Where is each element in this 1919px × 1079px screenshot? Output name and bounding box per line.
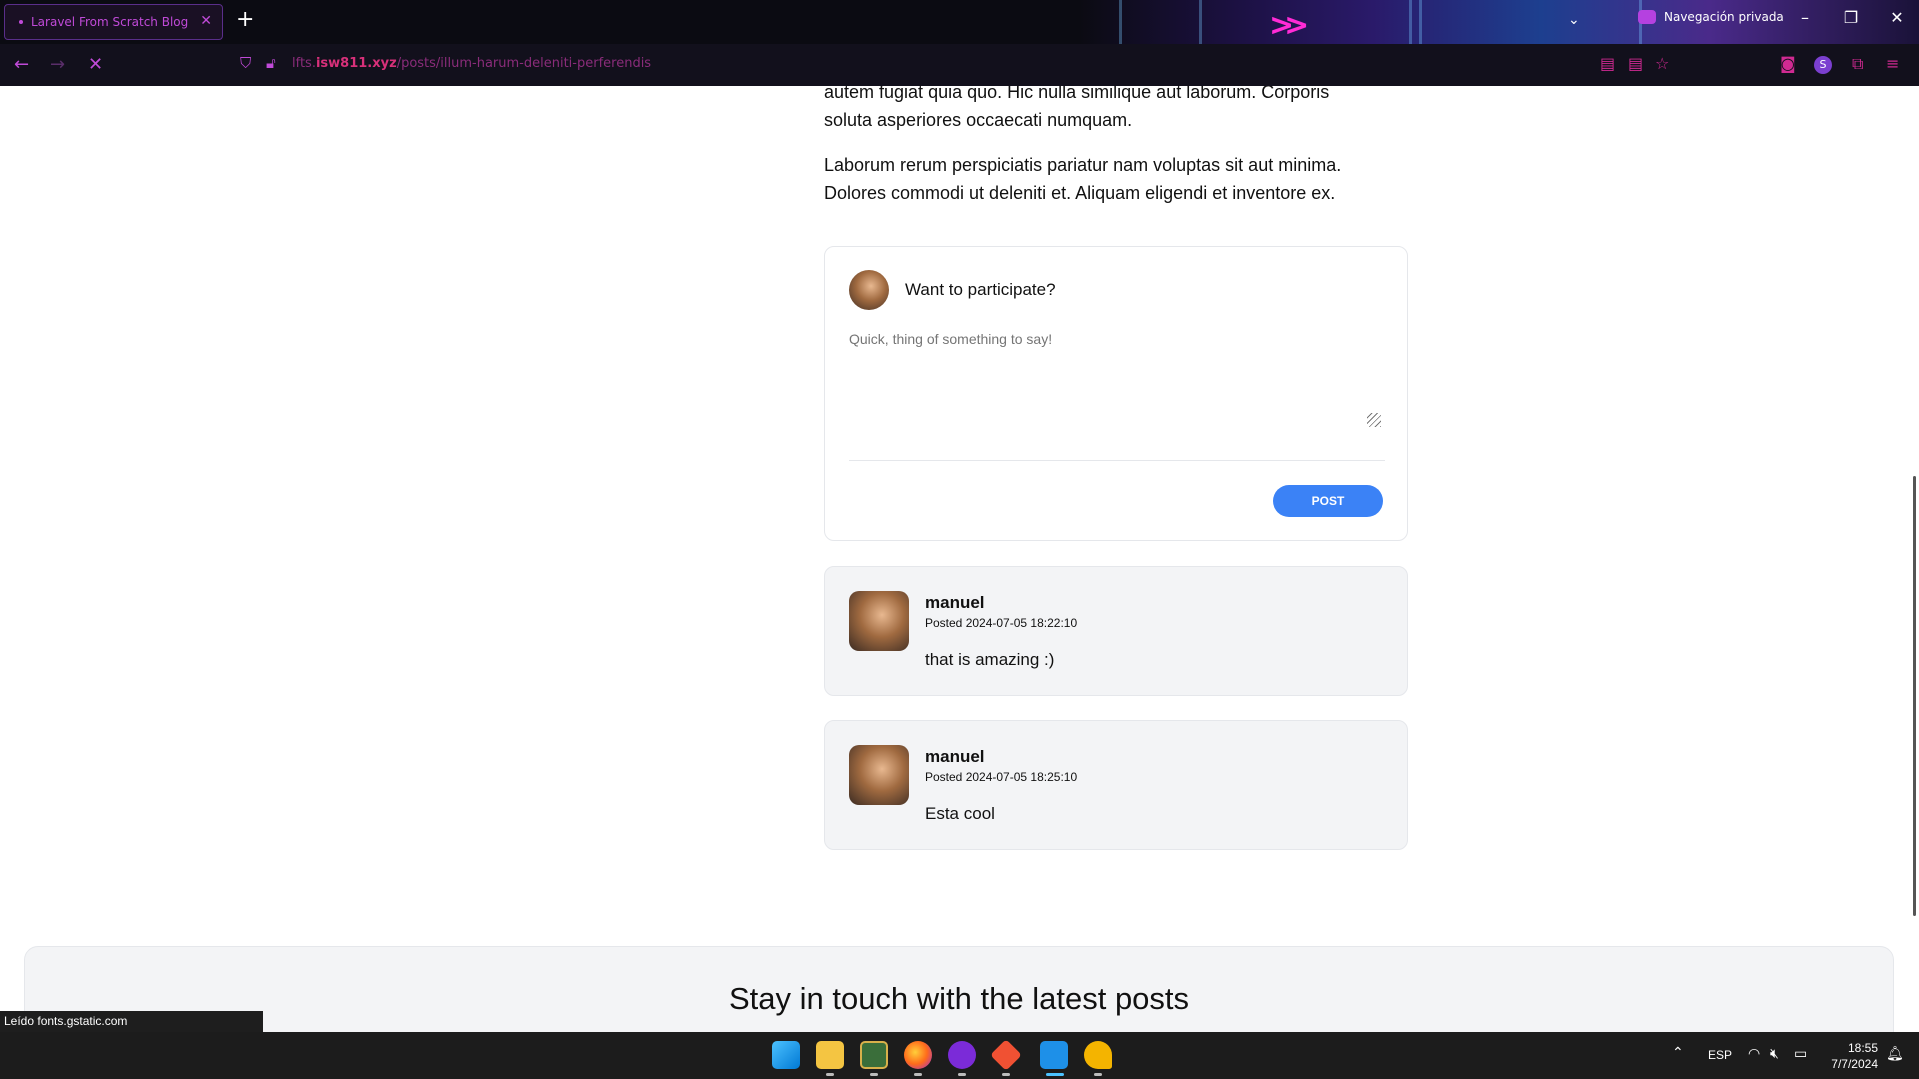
start-windows-icon[interactable] xyxy=(772,1041,800,1069)
volume-muted-icon[interactable]: 🔇︎ xyxy=(1770,1045,1779,1062)
reader-view-icon[interactable]: ▤ xyxy=(1600,54,1615,73)
resize-handle-icon[interactable] xyxy=(1367,413,1381,427)
pocket-icon[interactable]: ◙ xyxy=(1780,54,1796,73)
comment-body: Esta cool xyxy=(925,804,995,823)
navigation-toolbar: ← → ✕ ⛉ 🔓︎ lfts.isw811.xyz/posts/illum-h… xyxy=(0,44,1919,86)
private-browsing-label: Navegación privada xyxy=(1664,10,1784,24)
file-explorer-icon[interactable] xyxy=(816,1041,844,1069)
back-icon[interactable]: ← xyxy=(14,54,29,75)
menu-icon[interactable]: ≡ xyxy=(1886,54,1899,73)
git-icon[interactable] xyxy=(990,1039,1022,1071)
scrollbar[interactable] xyxy=(1913,476,1916,916)
comment-timestamp: Posted 2024-07-05 18:25:10 xyxy=(925,770,1078,784)
private-browsing-indicator: Navegación privada xyxy=(1638,10,1784,24)
post-button[interactable]: POST xyxy=(1273,485,1383,517)
comment-body: that is amazing :) xyxy=(925,650,1055,669)
app-icon[interactable] xyxy=(1084,1041,1112,1069)
newsletter-section: Stay in touch with the latest posts xyxy=(24,946,1894,1032)
vscode-icon[interactable] xyxy=(1040,1041,1068,1069)
address-bar[interactable]: ⛉ 🔓︎ lfts.isw811.xyz/posts/illum-harum-d… xyxy=(232,48,1615,80)
clock-date: 7/7/2024 xyxy=(1831,1057,1878,1071)
comment-input[interactable] xyxy=(849,331,1385,411)
url-text[interactable]: lfts.isw811.xyz/posts/illum-harum-deleni… xyxy=(292,56,651,71)
avatar xyxy=(849,270,889,310)
list-all-tabs-chevron-icon[interactable]: ⌄ xyxy=(1568,12,1580,28)
taskbar: ⌃ ESP ◠ 🔇︎ ▭ 18:55 7/7/2024 🔔︎ xyxy=(0,1032,1919,1079)
status-bar: Leído fonts.gstatic.com xyxy=(0,1011,263,1032)
battery-icon[interactable]: ▭ xyxy=(1794,1045,1807,1062)
comment-form: Want to participate? POST xyxy=(824,246,1408,541)
notifications-icon[interactable]: 🔔︎ xyxy=(1886,1045,1904,1062)
minimize-button[interactable]: – xyxy=(1790,8,1820,27)
comment-timestamp: Posted 2024-07-05 18:22:10 xyxy=(925,616,1078,630)
insecure-lock-icon[interactable]: 🔓︎ xyxy=(266,54,276,72)
restore-button[interactable]: ❐ xyxy=(1836,8,1866,27)
stop-loading-icon[interactable]: ✕ xyxy=(88,54,103,75)
new-tab-button[interactable]: + xyxy=(236,8,254,32)
comment-author: manuel xyxy=(925,747,985,766)
image-viewer-icon[interactable] xyxy=(860,1041,888,1069)
page-content: autem fugiat quia quo. Hic nulla similiq… xyxy=(0,86,1919,1032)
tab-bar: >> Laravel From Scratch Blog ✕ + ⌄ Naveg… xyxy=(0,0,1919,44)
clock-time: 18:55 xyxy=(1847,1041,1878,1055)
clock[interactable]: 18:55 7/7/2024 xyxy=(1826,1040,1878,1072)
private-mask-icon xyxy=(1638,10,1656,24)
avatar xyxy=(849,591,909,651)
firefox-private-icon[interactable] xyxy=(948,1041,976,1069)
wifi-icon[interactable]: ◠ xyxy=(1748,1045,1760,1062)
reader-view-icon[interactable]: ▤ xyxy=(1628,54,1643,73)
newsletter-heading: Stay in touch with the latest posts xyxy=(728,981,1190,1016)
comment-author: manuel xyxy=(925,593,985,612)
chevron-art-icon: >> xyxy=(1269,8,1309,43)
bookmark-star-icon[interactable]: ☆ xyxy=(1655,54,1669,73)
shield-icon[interactable]: ⛉ xyxy=(240,54,251,72)
show-hidden-icons-chevron-icon[interactable]: ⌃ xyxy=(1672,1044,1684,1061)
avatar xyxy=(849,745,909,805)
article-paragraph: Laborum rerum perspiciatis pariatur nam … xyxy=(824,155,1342,203)
loading-dot-icon xyxy=(19,20,23,24)
tab-active[interactable]: Laravel From Scratch Blog ✕ xyxy=(4,4,223,40)
close-window-button[interactable]: ✕ xyxy=(1882,8,1912,27)
forward-icon[interactable]: → xyxy=(50,54,65,75)
divider xyxy=(849,460,1385,461)
comment-form-title: Want to participate? xyxy=(905,280,1056,299)
comment-card: manuel Posted 2024-07-05 18:25:10 Esta c… xyxy=(824,720,1408,850)
firefox-icon[interactable] xyxy=(904,1041,932,1069)
language-indicator[interactable]: ESP xyxy=(1708,1048,1732,1062)
comment-card: manuel Posted 2024-07-05 18:22:10 that i… xyxy=(824,566,1408,696)
account-avatar[interactable]: S xyxy=(1814,56,1832,74)
extensions-icon[interactable]: ⧉ xyxy=(1852,54,1863,74)
article-paragraph: autem fugiat quia quo. Hic nulla similiq… xyxy=(824,86,1330,130)
tab-close-icon[interactable]: ✕ xyxy=(200,13,212,29)
tab-title: Laravel From Scratch Blog xyxy=(31,15,189,29)
